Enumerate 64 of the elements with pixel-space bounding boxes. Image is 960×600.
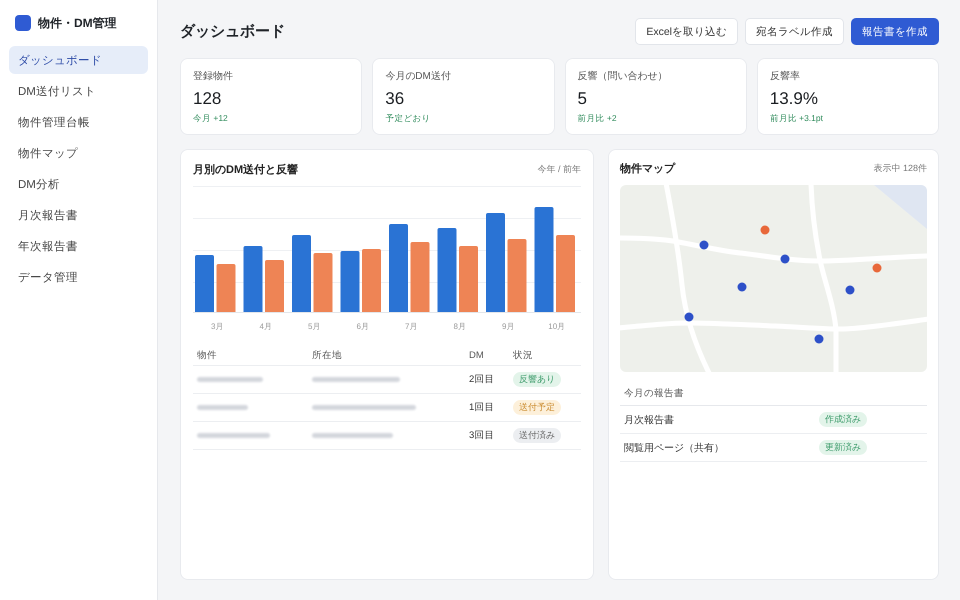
last-year-bar: [362, 249, 381, 312]
axis-label: 8月: [454, 321, 466, 333]
blurred-text-placeholder: [197, 405, 248, 410]
sidebar-item[interactable]: 物件マップ: [9, 139, 148, 167]
axis-label: 4月: [260, 321, 272, 333]
this-year-bar: [340, 251, 360, 312]
stat-value: 5: [578, 88, 588, 110]
last-year-bar: [216, 264, 236, 312]
action-button[interactable]: 報告書を作成: [851, 18, 939, 45]
this-year-bar: [195, 255, 214, 312]
stat-label: 反響率: [770, 70, 801, 84]
stat-change: 予定どおり: [385, 112, 432, 124]
last-year-bar: [314, 253, 332, 312]
column-header: 物件: [197, 348, 217, 362]
stat-value: 36: [385, 88, 406, 110]
column-header: DM: [469, 350, 484, 360]
sidebar-item[interactable]: 物件管理台帳: [9, 108, 148, 136]
last-year-bar: [410, 242, 430, 312]
stat-change: 前月比 +2: [578, 112, 618, 124]
axis-label: 6月: [356, 321, 369, 333]
panel-title: 月別のDM送付と反響: [193, 162, 298, 176]
blurred-text-placeholder: [197, 377, 263, 382]
stat-change: 今月 +12: [193, 112, 229, 124]
app-title: 物件・DM管理: [38, 14, 117, 32]
logo-icon: [15, 15, 31, 31]
stat-label: 登録物件: [193, 70, 234, 84]
stat-label: 反響（問い合わせ）: [578, 70, 668, 84]
axis-label: 7月: [405, 321, 418, 333]
sidebar-item[interactable]: データ管理: [9, 263, 148, 291]
legend-text: 今年 / 前年: [537, 162, 581, 176]
status-badge: 送付予定: [513, 400, 561, 415]
action-button[interactable]: Excelを取り込む: [635, 18, 738, 45]
status-badge: 作成済み: [819, 412, 867, 427]
stat-label: 今月のDM送付: [385, 70, 452, 84]
sidebar-item[interactable]: 月次報告書: [9, 201, 148, 229]
axis-label: 9月: [502, 321, 514, 333]
table-cell: 2回目: [469, 373, 494, 386]
report-name: 月次報告書: [624, 414, 674, 426]
this-year-bar: [244, 246, 262, 312]
sidebar-item[interactable]: DM送付リスト: [9, 77, 148, 105]
count-text: 表示中 128件: [873, 162, 927, 174]
status-badge: 送付済み: [513, 428, 561, 443]
axis-label: 5月: [308, 321, 320, 333]
panel-title: 物件マップ: [620, 162, 675, 176]
table-cell: 1回目: [469, 401, 494, 414]
stat-value: 13.9%: [770, 88, 819, 110]
axis-label: 3月: [211, 321, 224, 333]
last-year-bar: [459, 246, 478, 312]
status-badge: 更新済み: [819, 440, 867, 455]
page-title: ダッシュボード: [180, 22, 286, 42]
sidebar-item[interactable]: 年次報告書: [9, 232, 148, 260]
sidebar-item[interactable]: DM分析: [9, 170, 148, 198]
sidebar-item[interactable]: ダッシュボード: [9, 46, 148, 74]
column-header: 状況: [513, 348, 533, 362]
table-cell: 3回目: [469, 429, 494, 442]
stat-change: 前月比 +3.1pt: [770, 112, 824, 124]
status-badge: 反響あり: [513, 372, 561, 387]
report-name: 閲覧用ページ（共有）: [624, 442, 724, 454]
last-year-bar: [265, 260, 284, 312]
action-button[interactable]: 宛名ラベル作成: [745, 18, 844, 45]
column-header: 所在地: [312, 348, 342, 362]
axis-label: 10月: [548, 321, 566, 333]
stat-value: 128: [193, 88, 222, 110]
section-title: 今月の報告書: [624, 387, 684, 400]
